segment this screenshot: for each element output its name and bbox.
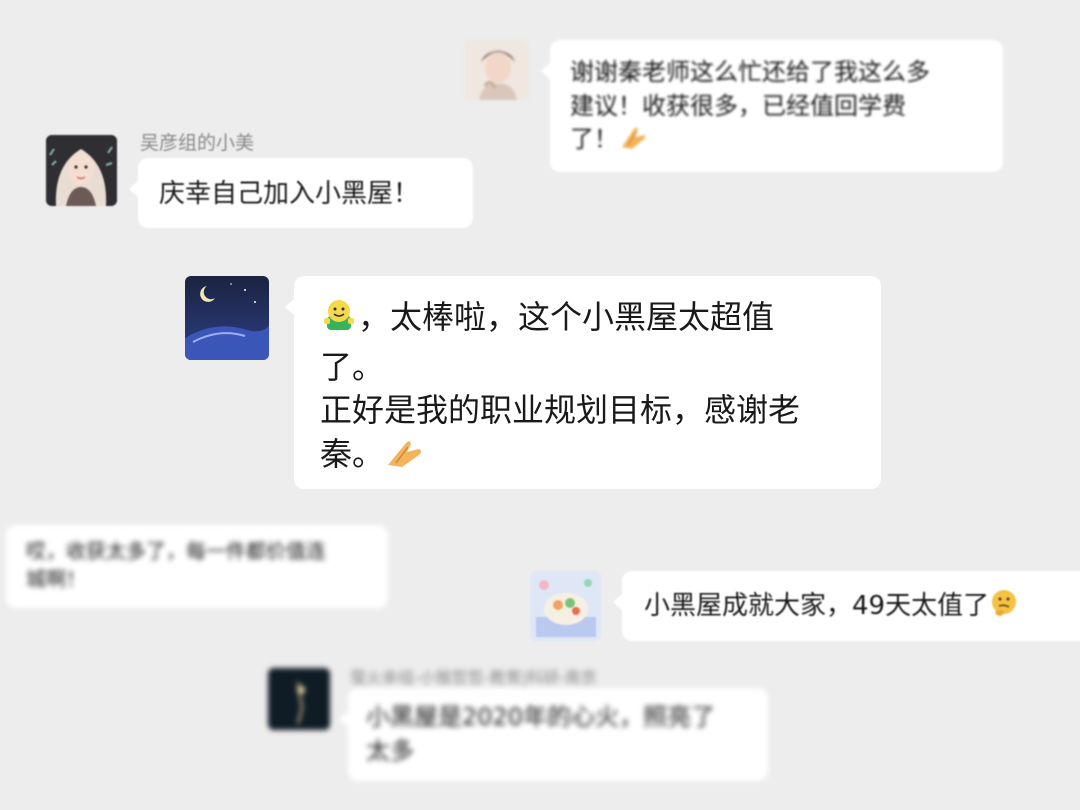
message-line: 太多	[366, 736, 414, 765]
sender-name: 萤火亲组-小猴哲哲-教育|科研-南京	[350, 668, 597, 687]
message-6: 萤火亲组-小猴哲哲-教育|科研-南京 小黑屋是2020年的心火，照亮了 太多	[0, 0, 1080, 810]
avatar-dark-photo[interactable]	[268, 668, 330, 730]
message-line: 小黑屋是2020年的心火，照亮了	[366, 703, 716, 731]
chat-screenshot: 谢谢秦老师这么忙还给了我这么多 建议！收获很多，已经值回学费 了！ 吴彦组的小美…	[0, 0, 1080, 810]
message-bubble[interactable]: 小黑屋是2020年的心火，照亮了 太多	[339, 688, 768, 781]
